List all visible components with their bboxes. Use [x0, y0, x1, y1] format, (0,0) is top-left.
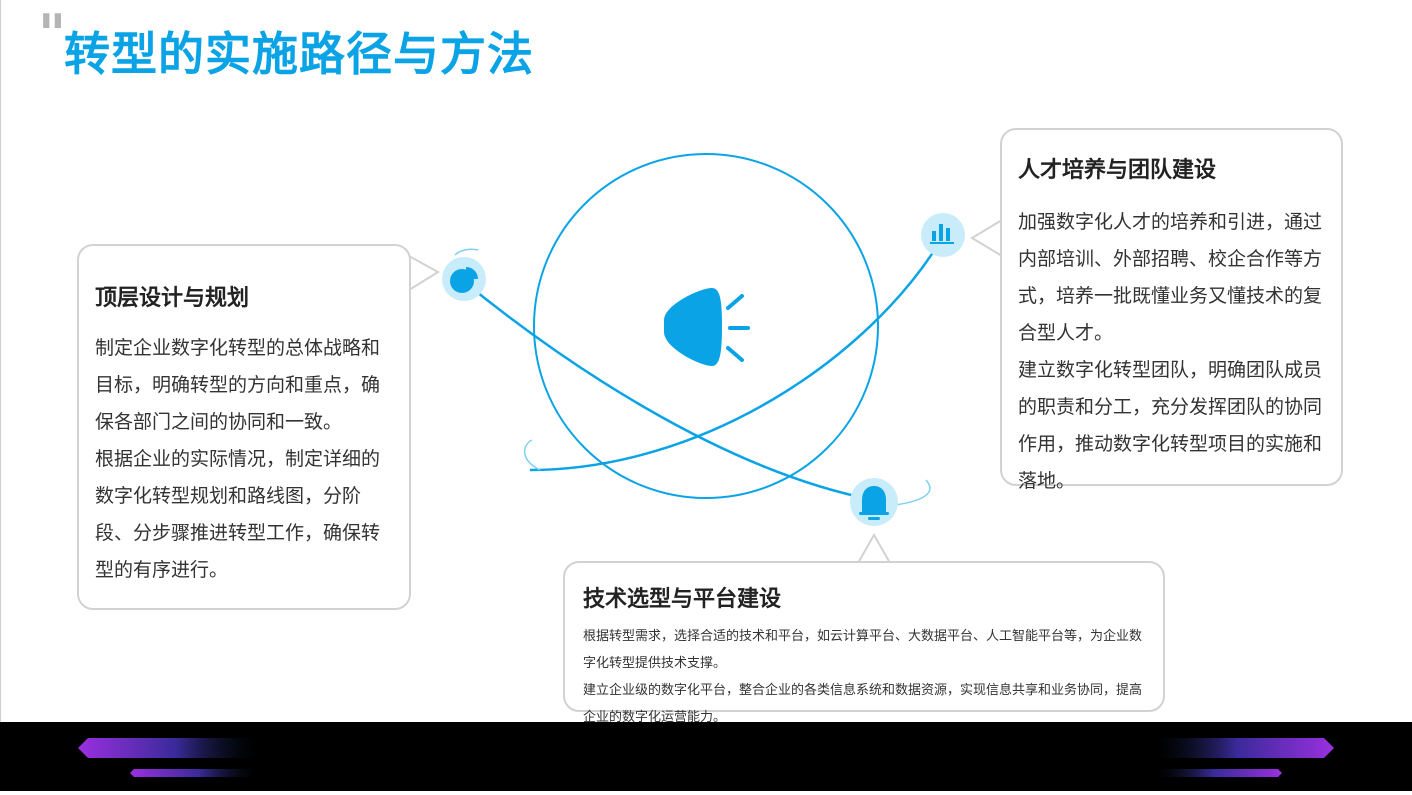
footer-band [0, 722, 1412, 791]
bar-chart-icon [921, 213, 965, 257]
card-paragraph: 根据企业的实际情况，制定详细的数字化转型规划和路线图，分阶段、分步骤推进转型工作… [95, 448, 381, 581]
card-right-tail [970, 219, 1003, 257]
card-paragraph: 加强数字化人才的培养和引进，通过内部培训、外部招聘、校企合作等方式，培养一批既懂… [1018, 211, 1323, 344]
bell-icon [850, 478, 898, 526]
footer-decoration [78, 738, 1334, 777]
orbit-arc-tail-left [524, 439, 541, 471]
card-paragraph: 建立数字化转型团队，明确团队成员的职责和分工，充分发挥团队的协同作用，推动数字化… [1018, 359, 1323, 492]
card-paragraph: 制定企业数字化转型的总体战略和目标，明确转型的方向和重点，确保各部门之间的协同和… [95, 337, 381, 433]
card-heading: 顶层设计与规划 [95, 286, 250, 311]
card-talent-team: 人才培养与团队建设 加强数字化人才的培养和引进，通过内部培训、外部招聘、校企合作… [1000, 128, 1343, 492]
footer-left-bar [78, 738, 255, 758]
card-bottom-tail [857, 532, 891, 564]
card-top-level-design: 顶层设计与规划 制定企业数字化转型的总体战略和目标，明确转型的方向和重点，确保各… [77, 244, 411, 610]
footer-right-line [1158, 769, 1282, 777]
footer-left-line [130, 769, 255, 777]
orbit-arc-tail-right [894, 479, 931, 506]
footer-right-bar [1158, 738, 1334, 758]
card-heading: 技术选型与平台建设 [583, 587, 782, 612]
pie-chart-icon [442, 257, 486, 301]
card-heading: 人才培养与团队建设 [1018, 158, 1217, 183]
card-paragraph: 根据转型需求，选择合适的技术和平台，如云计算平台、大数据平台、人工智能平台等，为… [583, 629, 1143, 671]
card-left-tail [408, 255, 440, 291]
card-tech-platform: 技术选型与平台建设 根据转型需求，选择合适的技术和平台，如云计算平台、大数据平台… [563, 561, 1165, 725]
megaphone-icon [664, 288, 750, 366]
orbit-arc-tail-top [454, 248, 479, 256]
orbit-arc-bottom-to-right [529, 234, 946, 472]
